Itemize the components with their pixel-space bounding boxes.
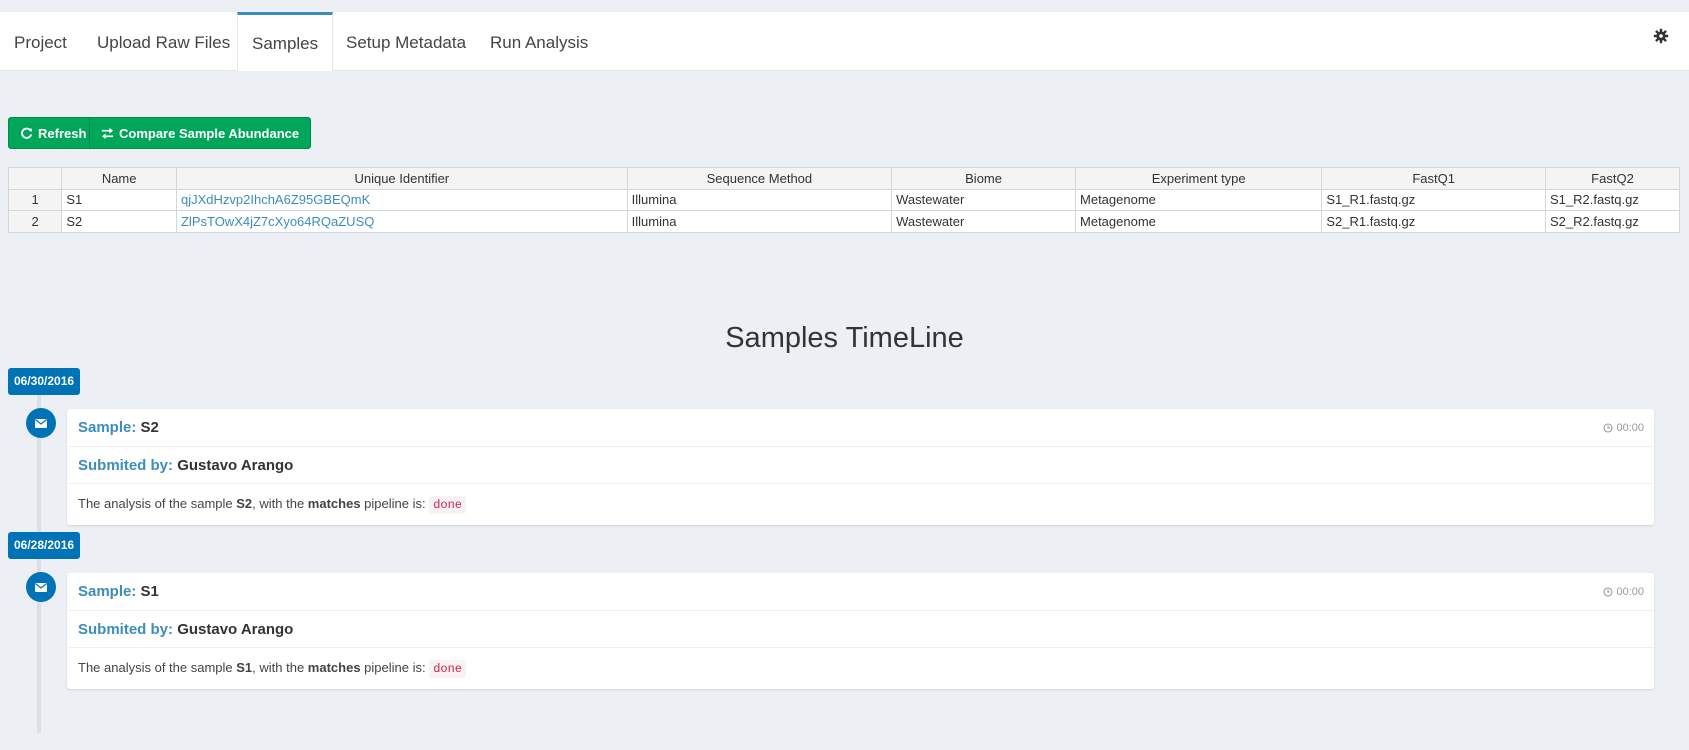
cell-fastq2: S2_R2.fastq.gz: [1544, 210, 1681, 233]
column-header: [7, 167, 63, 190]
timeline-item-icon: [26, 408, 56, 438]
analysis-status-text: The analysis of the sample S2, with the …: [67, 484, 1654, 524]
timeline-card-header: Sample: S1: [67, 573, 1654, 611]
gear-icon[interactable]: [1653, 28, 1669, 44]
tab-samples[interactable]: Samples: [237, 12, 334, 71]
time-value: 00:00: [1616, 586, 1644, 598]
sample-value: S2: [140, 419, 159, 436]
text-part: , with the: [252, 496, 308, 511]
column-header-fastq2[interactable]: FastQ2: [1544, 167, 1681, 190]
cell-sequence-method: Illumina: [626, 188, 893, 211]
timeline-item-icon: [26, 572, 56, 602]
nav-tabs: Project Upload Raw Files Samples Setup M…: [0, 12, 1689, 71]
timeline-date-badge: 06/28/2016: [8, 532, 81, 559]
cell-fastq1: S1_R1.fastq.gz: [1321, 188, 1546, 211]
timeline-card: Sample: S2 00:00 Submited by: Gustavo Ar…: [67, 409, 1654, 525]
column-header-unique-identifier[interactable]: Unique Identifier: [175, 167, 628, 190]
cell-unique-identifier: qjJXdHzvp2IhchA6Z95GBEQmK: [175, 188, 628, 211]
text-sample: S1: [236, 660, 253, 675]
sample-value: S1: [140, 583, 159, 600]
timeline-card-header: Sample: S2: [67, 409, 1654, 447]
tab-run-analysis[interactable]: Run Analysis: [476, 12, 602, 71]
column-header-name[interactable]: Name: [61, 167, 177, 190]
cell-biome: Wastewater: [891, 210, 1077, 233]
cell-fastq2: S1_R2.fastq.gz: [1544, 188, 1681, 211]
submitter-row: Submited by: Gustavo Arango: [67, 447, 1654, 484]
cell-biome: Wastewater: [891, 188, 1077, 211]
text-pipeline: matches: [307, 496, 361, 511]
submitter-row: Submited by: Gustavo Arango: [67, 611, 1654, 648]
status-badge: done: [429, 496, 467, 514]
clock-icon: [1603, 587, 1614, 597]
tab-setup-metadata[interactable]: Setup Metadata: [332, 12, 480, 71]
time-value: 00:00: [1616, 422, 1644, 434]
text-part: pipeline is:: [360, 660, 430, 675]
tab-upload-raw-files[interactable]: Upload Raw Files: [83, 12, 244, 71]
column-header-fastq1[interactable]: FastQ1: [1321, 167, 1546, 190]
unique-identifier-link[interactable]: qjJXdHzvp2IhchA6Z95GBEQmK: [181, 192, 370, 207]
cell-experiment-type: Metagenome: [1075, 188, 1323, 211]
timeline-title: Samples TimeLine: [725, 322, 964, 354]
status-badge: done: [429, 660, 467, 678]
cell-unique-identifier: ZlPsTOwX4jZ7cXyo64RQaZUSQ: [175, 210, 628, 233]
cell-experiment-type: Metagenome: [1075, 210, 1323, 233]
submitter-name: Gustavo Arango: [177, 621, 294, 638]
text-part: , with the: [252, 660, 308, 675]
envelope-icon: [35, 419, 47, 428]
cell-name: S1: [61, 188, 177, 211]
tab-project[interactable]: Project: [0, 12, 81, 71]
envelope-icon: [35, 583, 47, 592]
refresh-icon: [21, 127, 33, 139]
samples-table: Name Unique Identifier Sequence Method B…: [7, 167, 1681, 233]
text-pipeline: matches: [307, 660, 361, 675]
table-header-row: Name Unique Identifier Sequence Method B…: [7, 167, 1681, 190]
clock-icon: [1603, 423, 1614, 433]
row-number: 2: [7, 210, 63, 233]
sample-label: Sample:: [78, 583, 137, 600]
timeline-time: 00:00: [1603, 586, 1644, 598]
compare-button-label: Compare Sample Abundance: [119, 125, 300, 141]
compare-sample-abundance-button[interactable]: Compare Sample Abundance: [89, 117, 312, 149]
column-header-sequence-method[interactable]: Sequence Method: [626, 167, 893, 190]
sample-label: Sample:: [78, 419, 137, 436]
submitter-name: Gustavo Arango: [177, 457, 294, 474]
row-number: 1: [7, 188, 63, 211]
text-part: The analysis of the sample: [78, 660, 237, 675]
table-row[interactable]: 1 S1 qjJXdHzvp2IhchA6Z95GBEQmK Illumina …: [7, 188, 1681, 211]
text-part: pipeline is:: [360, 496, 430, 511]
exchange-icon: [101, 127, 114, 139]
timeline-time: 00:00: [1603, 422, 1644, 434]
unique-identifier-link[interactable]: ZlPsTOwX4jZ7cXyo64RQaZUSQ: [181, 214, 374, 229]
analysis-status-text: The analysis of the sample S1, with the …: [67, 648, 1654, 688]
cell-fastq1: S2_R1.fastq.gz: [1321, 210, 1546, 233]
refresh-button-label: Refresh: [38, 125, 87, 141]
text-sample: S2: [236, 496, 253, 511]
table-row[interactable]: 2 S2 ZlPsTOwX4jZ7cXyo64RQaZUSQ Illumina …: [7, 210, 1681, 233]
cell-name: S2: [61, 210, 177, 233]
column-header-biome[interactable]: Biome: [891, 167, 1077, 190]
timeline-date-badge: 06/30/2016: [8, 368, 81, 395]
column-header-experiment-type[interactable]: Experiment type: [1075, 167, 1323, 190]
timeline-card: Sample: S1 00:00 Submited by: Gustavo Ar…: [67, 573, 1654, 689]
timeline-line: [37, 393, 41, 733]
refresh-button[interactable]: Refresh: [8, 117, 99, 149]
submitted-by-label: Submited by:: [78, 621, 174, 638]
text-part: The analysis of the sample: [78, 496, 237, 511]
submitted-by-label: Submited by:: [78, 457, 174, 474]
cell-sequence-method: Illumina: [626, 210, 893, 233]
